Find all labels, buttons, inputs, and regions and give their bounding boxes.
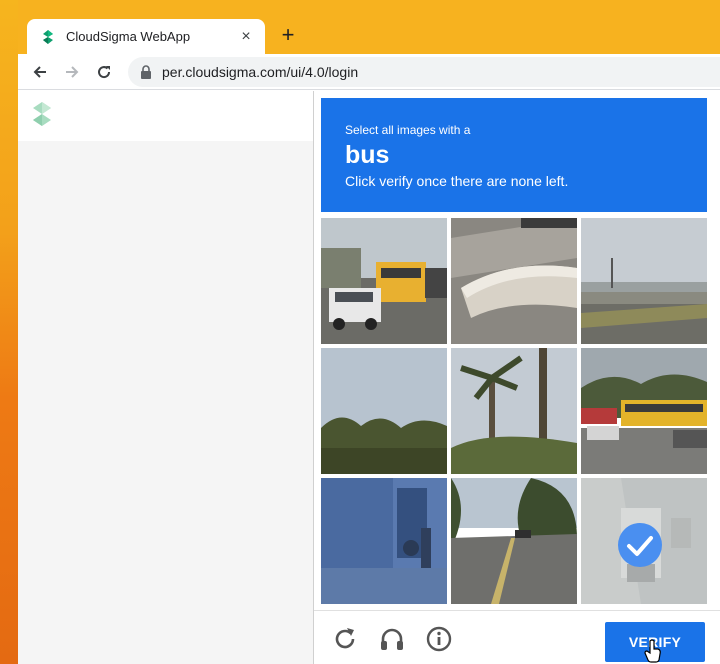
image-tile-8[interactable] xyxy=(451,478,577,604)
info-icon[interactable] xyxy=(425,625,453,653)
tab-close-icon[interactable]: × xyxy=(237,28,255,45)
forward-arrow-icon xyxy=(66,66,79,78)
tab-strip: CloudSigma WebApp × + xyxy=(18,14,720,54)
image-tile-9-selected[interactable] xyxy=(581,478,707,604)
image-tile-7[interactable] xyxy=(321,478,447,604)
image-tile-6[interactable] xyxy=(581,348,707,474)
new-tab-button[interactable]: + xyxy=(276,23,300,47)
instruction-subtext: Click verify once there are none left. xyxy=(345,173,569,189)
selected-checkmark-icon xyxy=(618,523,662,567)
browser-window: CloudSigma WebApp × + per.cloudsigma.com… xyxy=(18,14,720,664)
back-button[interactable] xyxy=(28,60,52,84)
image-tile-3[interactable] xyxy=(581,218,707,344)
desktop-wallpaper xyxy=(0,0,18,664)
captcha-instructions: Select all images with a bus Click verif… xyxy=(321,98,707,212)
login-header xyxy=(18,91,314,141)
audio-challenge-icon[interactable] xyxy=(378,625,406,653)
cloudsigma-favicon-icon xyxy=(43,29,53,44)
instruction-text: Select all images with a xyxy=(345,123,471,137)
reload-page-button[interactable] xyxy=(92,60,116,84)
browser-tab[interactable]: CloudSigma WebApp × xyxy=(27,19,265,54)
browser-toolbar: per.cloudsigma.com/ui/4.0/login xyxy=(18,54,720,90)
url-text: per.cloudsigma.com/ui/4.0/login xyxy=(162,64,359,80)
cloudsigma-logo-icon xyxy=(33,102,51,126)
address-bar[interactable]: per.cloudsigma.com/ui/4.0/login xyxy=(128,57,720,87)
tab-title: CloudSigma WebApp xyxy=(66,29,191,44)
page-content: Select all images with a bus Click verif… xyxy=(18,91,720,664)
image-tile-2[interactable] xyxy=(451,218,577,344)
image-grid xyxy=(321,218,707,604)
reload-icon[interactable] xyxy=(331,625,359,653)
image-tile-4[interactable] xyxy=(321,348,447,474)
refresh-icon xyxy=(98,66,111,79)
login-panel xyxy=(18,91,314,664)
target-object-label: bus xyxy=(345,141,390,169)
forward-button[interactable] xyxy=(60,60,84,84)
lock-icon xyxy=(141,65,151,79)
captcha-footer: VERIFY xyxy=(314,610,720,664)
image-tile-1[interactable] xyxy=(321,218,447,344)
back-arrow-icon xyxy=(33,66,46,78)
recaptcha-challenge: Select all images with a bus Click verif… xyxy=(313,91,720,664)
image-tile-5[interactable] xyxy=(451,348,577,474)
hand-cursor-icon xyxy=(644,639,661,663)
